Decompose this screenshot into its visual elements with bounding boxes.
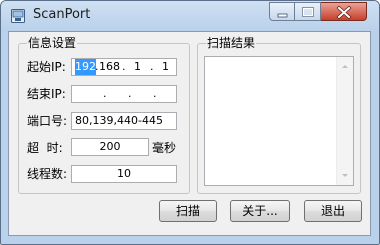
start-ip-octet-1[interactable]: 192 [75,59,96,75]
close-button[interactable] [321,2,367,21]
timeout-label: 超 时: [27,141,63,155]
start-ip-octet-3[interactable]: 1 [134,59,141,75]
scroll-down-icon[interactable] [337,169,353,183]
ip-dot: . [95,60,99,73]
ip-dot: . [153,87,157,100]
ip-dot: . [150,60,154,73]
timeout-input[interactable]: 200 [71,138,149,156]
ip-dot: . [122,60,126,73]
timeout-unit: 毫秒 [152,141,177,155]
scan-button[interactable]: 扫描 [159,200,217,222]
app-window: ScanPort 信息设置 起始IP: 192 . 168 . 1 . 1 结束… [0,0,380,245]
about-button[interactable]: 关于... [230,200,290,222]
exit-button[interactable]: 退出 [304,200,362,222]
scroll-up-icon[interactable] [337,59,353,73]
title-bar[interactable]: ScanPort [1,1,379,31]
start-ip-label: 起始IP: [27,60,66,74]
threads-input[interactable]: 10 [71,165,177,183]
settings-group-label: 信息设置 [27,35,78,51]
results-group-label: 扫描结果 [206,35,257,51]
end-ip-input[interactable]: . . . [71,85,177,103]
close-icon [336,5,352,20]
ip-dot: . [103,87,107,100]
start-ip-octet-2[interactable]: 168 [99,59,120,75]
port-label: 端口号: [27,114,68,128]
minimize-icon [277,13,288,18]
maximize-button[interactable] [295,2,321,21]
dialog-client-area: 信息设置 起始IP: 192 . 168 . 1 . 1 结束IP: . . .… [8,31,371,236]
window-title: ScanPort [33,7,91,22]
maximize-icon [302,7,314,17]
threads-value: 10 [117,167,131,180]
ip-dot: . [128,87,132,100]
results-scrollbar[interactable] [336,57,353,185]
app-icon [11,9,25,23]
start-ip-octet-4[interactable]: 1 [162,59,169,75]
port-value: 80,139,440-445 [75,114,163,127]
minimize-button[interactable] [269,2,295,21]
results-listbox[interactable] [204,56,354,186]
timeout-value: 200 [99,140,121,153]
threads-label: 线程数: [27,167,68,181]
start-ip-input[interactable]: 192 . 168 . 1 . 1 [71,58,177,76]
port-input[interactable]: 80,139,440-445 [71,112,177,130]
end-ip-label: 结束IP: [27,87,66,101]
